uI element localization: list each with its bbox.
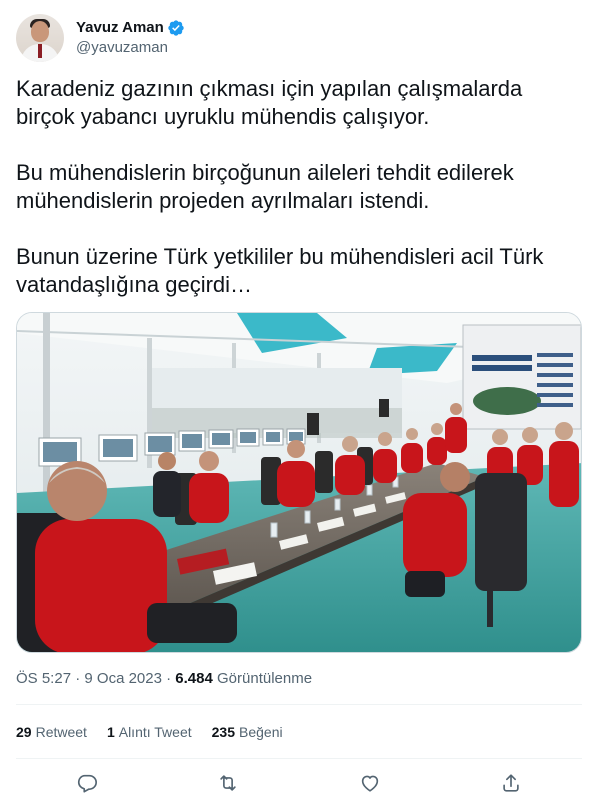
- reply-icon: [77, 774, 97, 793]
- reply-button[interactable]: [70, 766, 104, 800]
- views-label: Görüntülenme: [217, 670, 313, 687]
- like-button[interactable]: [353, 766, 387, 800]
- likes-stat[interactable]: 235 Beğeni: [212, 722, 283, 742]
- tweet-date: 9 Oca 2023: [84, 670, 162, 687]
- share-icon: [503, 774, 519, 792]
- author-name[interactable]: Yavuz Aman: [76, 18, 164, 38]
- tweet-photo[interactable]: [16, 312, 582, 653]
- likes-count: 235: [211, 724, 235, 740]
- divider-bottom: [16, 758, 582, 759]
- tweet-meta: ÖS 5:27 · 9 Oca 2023 · 6.484 Görüntülenm…: [16, 669, 312, 689]
- quotes-label: Alıntı Tweet: [118, 724, 192, 740]
- verified-badge-icon: [167, 19, 185, 37]
- tweet-header: Yavuz Aman @yavuzaman: [16, 14, 582, 62]
- retweets-stat[interactable]: 29 Retweet: [16, 722, 87, 742]
- meeting-photo-illustration: [17, 313, 581, 652]
- retweet-button[interactable]: [211, 766, 245, 800]
- like-icon: [361, 775, 378, 792]
- meta-separator: ·: [75, 670, 81, 687]
- divider-top: [16, 704, 582, 705]
- name-row: Yavuz Aman: [76, 18, 185, 38]
- avatar[interactable]: [16, 14, 64, 62]
- likes-label: Beğeni: [239, 724, 283, 740]
- tweet-text: Karadeniz gazının çıkması için yapılan ç…: [16, 76, 544, 297]
- tweet-card: Yavuz Aman @yavuzaman Karadeniz gazının …: [0, 0, 598, 806]
- views-count: 6.484: [175, 670, 213, 687]
- retweets-label: Retweet: [35, 724, 87, 740]
- user-info: Yavuz Aman @yavuzaman: [76, 18, 185, 58]
- quotes-count: 1: [106, 724, 115, 740]
- tweet-stats: 29 Retweet 1 Alıntı Tweet 235 Beğeni: [16, 722, 303, 742]
- quotes-stat[interactable]: 1 Alıntı Tweet: [107, 722, 192, 742]
- retweets-count: 29: [16, 724, 32, 740]
- tweet-time: ÖS 5:27: [16, 670, 72, 687]
- share-button[interactable]: [494, 766, 528, 800]
- meta-separator-2: ·: [166, 670, 172, 687]
- tweet-actions: [16, 766, 582, 800]
- author-handle[interactable]: @yavuzaman: [76, 38, 185, 58]
- tweet-timestamp[interactable]: ÖS 5:27 · 9 Oca 2023: [16, 670, 162, 687]
- retweet-icon: [220, 775, 236, 791]
